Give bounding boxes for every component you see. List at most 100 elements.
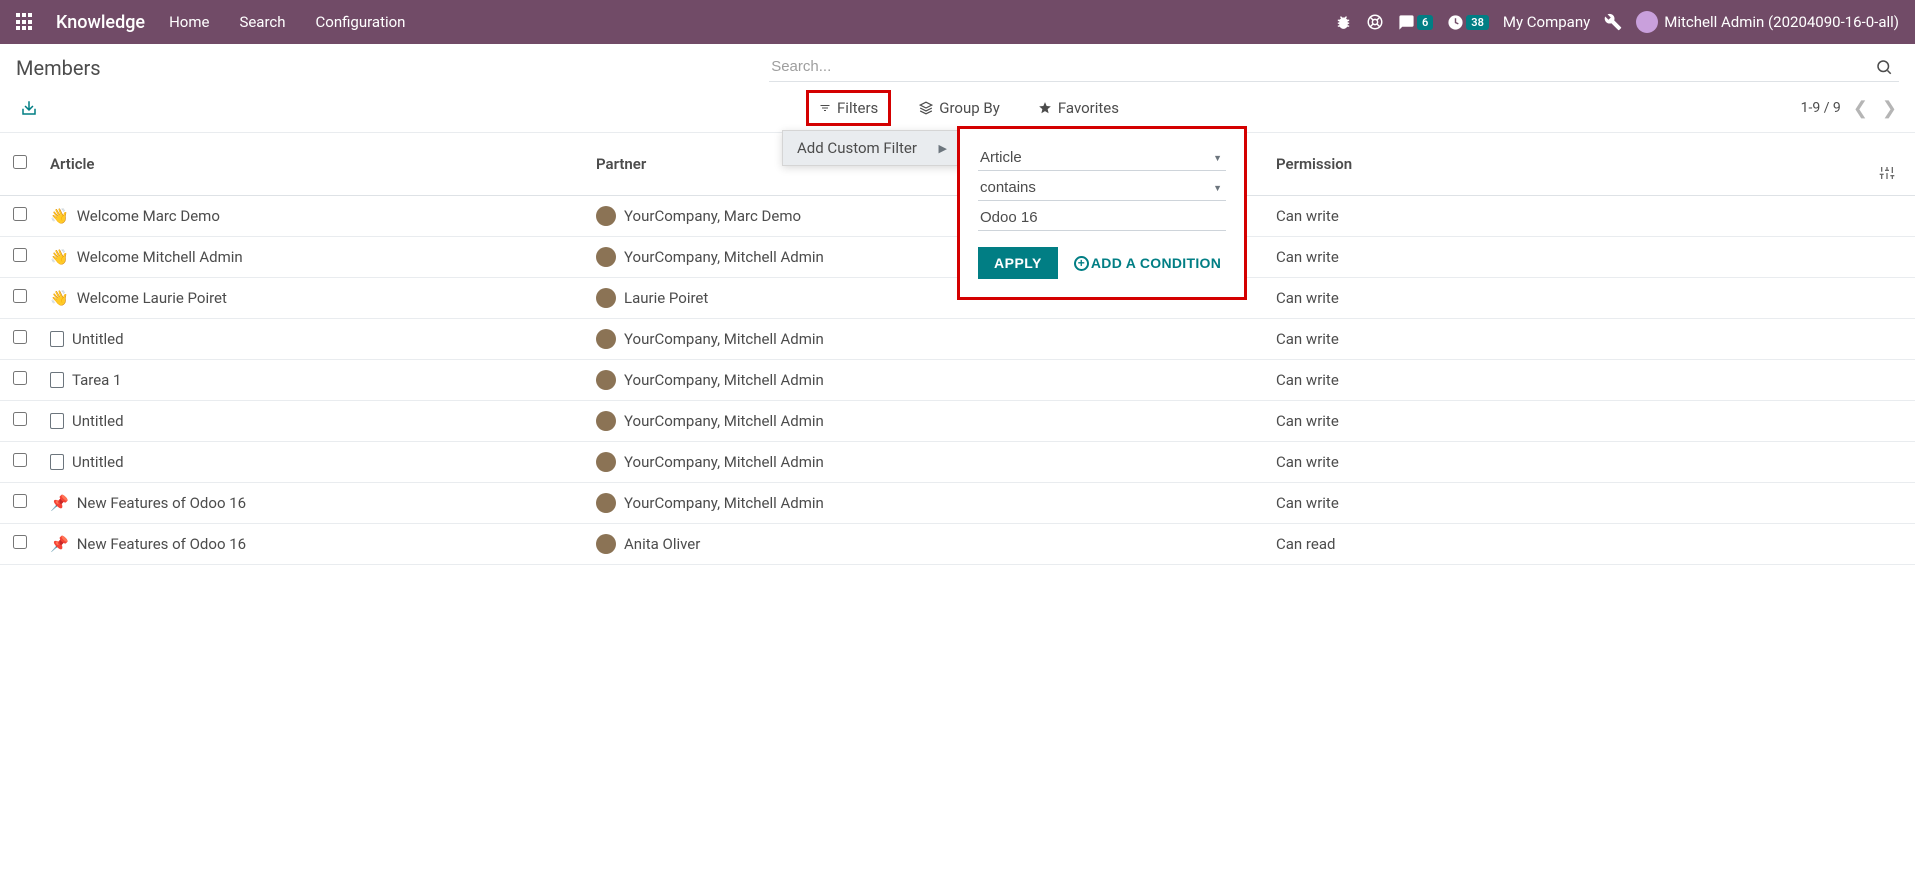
filters-label: Filters <box>837 99 878 117</box>
permission-text: Can write <box>1276 494 1339 512</box>
row-checkbox[interactable] <box>13 330 27 344</box>
nav-home[interactable]: Home <box>163 9 215 35</box>
user-menu[interactable]: Mitchell Admin (20204090-16-0-all) <box>1636 11 1899 33</box>
permission-text: Can write <box>1276 371 1339 389</box>
article-text: Welcome Marc Demo <box>77 207 220 225</box>
row-checkbox[interactable] <box>13 412 27 426</box>
cp-bottom: Filters Group By Favorites 1-9 / 9 ❮ ❯ <box>16 90 1899 126</box>
partner-text: Laurie Poiret <box>624 289 708 307</box>
navbar-left: Knowledge Home Search Configuration <box>16 9 411 35</box>
activities-icon[interactable]: 38 <box>1447 14 1489 31</box>
partner-text: YourCompany, Mitchell Admin <box>624 248 824 266</box>
avatar-icon <box>596 329 616 349</box>
permission-text: Can write <box>1276 207 1339 225</box>
row-checkbox[interactable] <box>13 453 27 467</box>
doc-icon <box>50 413 64 429</box>
partner-text: YourCompany, Mitchell Admin <box>624 330 824 348</box>
article-text: Welcome Mitchell Admin <box>77 248 243 266</box>
avatar-icon <box>596 288 616 308</box>
custom-filter-actions: APPLY + ADD A CONDITION <box>978 247 1226 279</box>
row-checkbox[interactable] <box>13 535 27 549</box>
apps-menu-icon[interactable] <box>16 13 34 31</box>
row-checkbox[interactable] <box>13 248 27 262</box>
pager-prev-icon[interactable]: ❮ <box>1851 96 1870 121</box>
header-article[interactable]: Article <box>40 133 586 196</box>
filters-button[interactable]: Filters <box>806 90 891 126</box>
avatar-icon <box>596 370 616 390</box>
caret-right-icon: ▶ <box>939 142 947 155</box>
column-settings-icon[interactable] <box>1879 147 1895 181</box>
messages-icon[interactable]: 6 <box>1398 14 1433 31</box>
top-navbar: Knowledge Home Search Configuration 6 38… <box>0 0 1915 44</box>
table-row[interactable]: Untitled YourCompany, Mitchell Admin Can… <box>0 401 1915 442</box>
article-cell: 👋 Welcome Marc Demo <box>50 207 576 225</box>
nav-configuration[interactable]: Configuration <box>310 9 412 35</box>
row-checkbox[interactable] <box>13 494 27 508</box>
pin-icon: 📌 <box>50 535 69 553</box>
row-checkbox[interactable] <box>13 207 27 221</box>
add-custom-filter-item[interactable]: Add Custom Filter ▶ <box>783 131 961 165</box>
table-row[interactable]: Untitled YourCompany, Mitchell Admin Can… <box>0 319 1915 360</box>
pager-next-icon[interactable]: ❯ <box>1880 96 1899 121</box>
navbar-right: 6 38 My Company Mitchell Admin (20204090… <box>1335 11 1899 33</box>
add-condition-button[interactable]: + ADD A CONDITION <box>1074 255 1221 271</box>
filter-value-input[interactable] <box>978 205 1226 231</box>
table-row[interactable]: 📌New Features of Odoo 16 YourCompany, Mi… <box>0 483 1915 524</box>
messages-badge: 6 <box>1417 15 1433 30</box>
partner-cell: Anita Oliver <box>596 534 1212 554</box>
table-row[interactable]: Untitled YourCompany, Mitchell Admin Can… <box>0 442 1915 483</box>
wave-icon: 👋 <box>50 207 69 225</box>
article-text: Tarea 1 <box>72 371 122 389</box>
partner-cell: YourCompany, Mitchell Admin <box>596 329 1212 349</box>
support-icon[interactable] <box>1366 13 1384 31</box>
permission-text: Can write <box>1276 248 1339 266</box>
search-options: Filters Group By Favorites <box>806 90 1129 126</box>
filters-dropdown: Add Custom Filter ▶ <box>782 130 962 166</box>
favorites-button[interactable]: Favorites <box>1028 90 1129 126</box>
apply-button[interactable]: APPLY <box>978 247 1058 279</box>
nav-search[interactable]: Search <box>233 9 291 35</box>
partner-text: YourCompany, Mitchell Admin <box>624 453 824 471</box>
export-icon[interactable] <box>16 95 42 121</box>
control-panel: Members Filters Group By Favorites <box>0 44 1915 126</box>
article-text: Untitled <box>72 453 124 471</box>
article-cell: 👋Welcome Laurie Poiret <box>50 289 576 307</box>
permission-text: Can read <box>1276 535 1335 553</box>
header-permission[interactable]: Permission <box>1222 133 1869 196</box>
filter-operator-select[interactable]: contains <box>978 175 1226 201</box>
doc-icon <box>50 454 64 470</box>
article-cell: Untitled <box>50 453 576 471</box>
add-custom-filter-label: Add Custom Filter <box>797 139 917 157</box>
table-row[interactable]: 📌New Features of Odoo 16 Anita Oliver Ca… <box>0 524 1915 565</box>
select-all-checkbox[interactable] <box>13 155 27 169</box>
group-by-label: Group By <box>939 99 1000 117</box>
avatar-icon <box>596 247 616 267</box>
user-name: Mitchell Admin (20204090-16-0-all) <box>1664 13 1899 31</box>
filter-field-select[interactable]: Article <box>978 145 1226 171</box>
permission-text: Can write <box>1276 453 1339 471</box>
article-cell: Untitled <box>50 330 576 348</box>
page-title: Members <box>16 56 101 80</box>
debug-tools-icon[interactable] <box>1604 13 1622 31</box>
partner-text: YourCompany, Marc Demo <box>624 207 801 225</box>
avatar-icon <box>596 206 616 226</box>
group-by-button[interactable]: Group By <box>909 90 1010 126</box>
partner-text: YourCompany, Mitchell Admin <box>624 412 824 430</box>
wave-icon: 👋 <box>50 289 69 307</box>
user-avatar-icon <box>1636 11 1658 33</box>
search-icon[interactable] <box>1869 58 1899 76</box>
article-cell: Untitled <box>50 412 576 430</box>
bug-icon[interactable] <box>1335 14 1352 31</box>
company-switcher[interactable]: My Company <box>1503 13 1590 31</box>
app-brand[interactable]: Knowledge <box>56 12 145 33</box>
pin-icon: 📌 <box>50 494 69 512</box>
partner-cell: YourCompany, Mitchell Admin <box>596 411 1212 431</box>
favorites-label: Favorites <box>1058 99 1119 117</box>
row-checkbox[interactable] <box>13 371 27 385</box>
table-row[interactable]: Tarea 1 YourCompany, Mitchell Admin Can … <box>0 360 1915 401</box>
search-input[interactable] <box>769 54 1869 79</box>
row-checkbox[interactable] <box>13 289 27 303</box>
pager-text[interactable]: 1-9 / 9 <box>1801 100 1841 116</box>
partner-text: YourCompany, Mitchell Admin <box>624 371 824 389</box>
wave-icon: 👋 <box>50 248 69 266</box>
